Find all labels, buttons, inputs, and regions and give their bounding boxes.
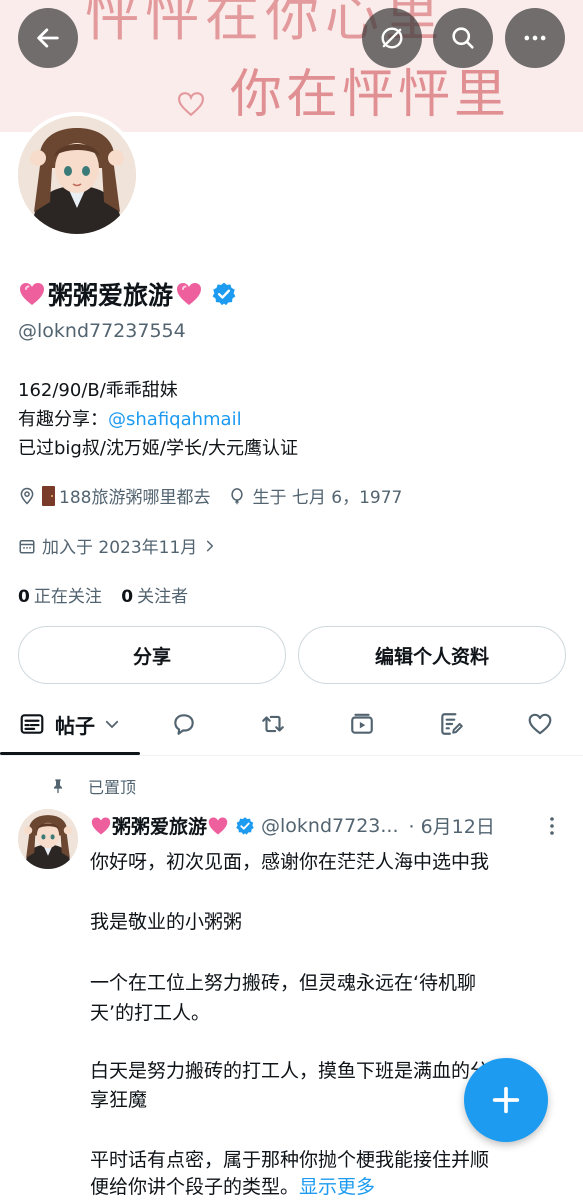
calendar-icon bbox=[19, 539, 35, 553]
bio-line-2-prefix: 有趣分享： bbox=[18, 409, 108, 430]
followers-label: 关注者 bbox=[137, 587, 189, 607]
bio-line-3: 已过big叔/沈万姬/学长/大元鹰认证 bbox=[18, 438, 299, 459]
bio-line-2: 有趣分享：@shafiqahmail bbox=[18, 405, 242, 431]
banner-heart-icon bbox=[178, 92, 204, 116]
chevron-right-icon bbox=[207, 540, 214, 551]
joined-row[interactable]: 加入于 2023年11月 bbox=[18, 533, 223, 558]
slash-circle-icon bbox=[381, 27, 403, 49]
share-button[interactable]: 分享 bbox=[18, 626, 286, 684]
post-text-line: 天’的打工人。 bbox=[90, 1002, 211, 1024]
door-icon bbox=[42, 485, 55, 506]
post-text-line: 你好呀，初次见面，感谢你在茫茫人海中选中我 bbox=[90, 851, 490, 873]
post-text-line: 便给你讲个段子的类型。 bbox=[90, 1176, 300, 1198]
post-text-line: 享狂魔 bbox=[90, 1089, 148, 1111]
pink-heart-icon bbox=[177, 283, 202, 305]
mute-button[interactable] bbox=[362, 8, 422, 68]
pink-heart-icon bbox=[20, 283, 44, 305]
tab-reposts[interactable] bbox=[247, 694, 299, 754]
search-icon bbox=[452, 27, 474, 49]
profile-name-text: 粥粥爱旅游 bbox=[48, 281, 174, 310]
joined-text: 加入于 2023年11月 bbox=[42, 538, 198, 558]
bio-mention-link[interactable]: @shafiqahmail bbox=[108, 409, 242, 430]
followers-link[interactable]: 0 关注者 bbox=[121, 587, 188, 607]
tab-posts[interactable]: 帖子 bbox=[0, 694, 140, 755]
profile-name: 粥粥爱旅游 bbox=[18, 276, 237, 312]
arrow-left-icon bbox=[37, 28, 59, 48]
more-vertical-icon[interactable] bbox=[540, 814, 564, 838]
pin-icon bbox=[54, 779, 62, 794]
avatar-illustration bbox=[18, 809, 78, 869]
tab-replies[interactable] bbox=[158, 694, 210, 754]
following-link[interactable]: 0 正在关注 bbox=[18, 587, 102, 607]
post-author-name[interactable]: 粥粥爱旅游 bbox=[112, 812, 207, 839]
more-options-button[interactable] bbox=[505, 8, 565, 68]
tab-media[interactable] bbox=[336, 694, 388, 754]
back-button[interactable] bbox=[18, 8, 78, 68]
post-text-last: 便给你讲个段子的类型。显示更多 bbox=[90, 1172, 375, 1199]
reply-bubble-icon bbox=[174, 714, 194, 735]
show-more-link[interactable]: 显示更多 bbox=[299, 1176, 375, 1198]
tab-likes[interactable] bbox=[514, 694, 566, 754]
birthday-text: 生于 七月 6，1977 bbox=[252, 488, 403, 508]
verified-badge-icon[interactable] bbox=[211, 281, 237, 307]
location-pin-icon bbox=[20, 487, 34, 505]
location-text: 188旅游粥哪里都去 bbox=[59, 488, 211, 508]
post-text-line: 白天是努力搬砖的打工人，摸鱼下班是满血的分 bbox=[90, 1060, 490, 1082]
plus-icon bbox=[492, 1086, 520, 1114]
article-edit-icon bbox=[441, 713, 463, 735]
tab-articles[interactable] bbox=[425, 694, 477, 754]
repost-icon bbox=[262, 715, 284, 733]
compose-button[interactable] bbox=[464, 1058, 548, 1142]
following-count: 0 bbox=[18, 587, 30, 607]
profile-handle: @loknd77237554 bbox=[18, 320, 186, 342]
pinned-label: 已置顶 bbox=[88, 778, 137, 797]
post-header: 粥粥爱旅游 @loknd7723... · 6月12日 bbox=[90, 812, 495, 839]
post-author-handle: @loknd7723... bbox=[261, 814, 399, 837]
following-label: 正在关注 bbox=[33, 587, 102, 607]
verified-badge-icon bbox=[236, 816, 254, 835]
pink-heart-icon bbox=[91, 817, 111, 834]
search-button[interactable] bbox=[433, 8, 493, 68]
pink-heart-icon bbox=[208, 817, 228, 834]
posts-list-icon bbox=[20, 714, 44, 734]
follow-stats: 0 正在关注 0 关注者 bbox=[18, 582, 188, 607]
post-text-line: 我是敬业的小粥粥 bbox=[90, 911, 243, 933]
profile-avatar[interactable] bbox=[14, 112, 140, 238]
video-icon bbox=[351, 713, 373, 734]
heart-icon bbox=[528, 713, 552, 735]
more-horizontal-icon bbox=[524, 35, 546, 41]
profile-tabs: 帖子 bbox=[0, 694, 583, 756]
chevron-down-icon bbox=[105, 720, 119, 728]
bio-line-1: 162/90/B/乖乖甜妹 bbox=[18, 380, 178, 401]
tab-posts-label: 帖子 bbox=[55, 713, 95, 738]
pinned-indicator: 已置顶 bbox=[50, 774, 136, 798]
location-row: 188旅游粥哪里都去 生于 七月 6，1977 bbox=[18, 483, 402, 508]
post-date[interactable]: · 6月12日 bbox=[409, 812, 495, 839]
avatar-illustration bbox=[18, 116, 136, 234]
balloon-icon bbox=[231, 487, 244, 504]
edit-profile-button[interactable]: 编辑个人资料 bbox=[298, 626, 566, 684]
post-text-line: 一个在工位上努力搬砖，但灵魂永远在‘待机聊 bbox=[90, 972, 477, 994]
followers-count: 0 bbox=[121, 587, 134, 607]
post-text-line: 平时话有点密，属于那种你抛个梗我能接住并顺 bbox=[90, 1149, 490, 1171]
post-author-avatar[interactable] bbox=[18, 809, 78, 869]
active-tab-indicator bbox=[0, 752, 140, 755]
